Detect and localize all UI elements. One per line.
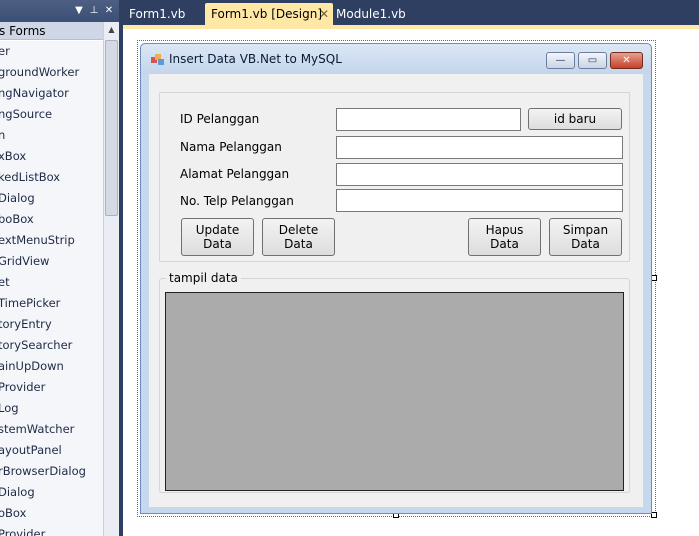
toolbox-item[interactable]: stemWatcher — [0, 419, 74, 440]
tab-label: Module1.vb — [336, 7, 406, 21]
tab-form1-design[interactable]: Form1.vb [Design] — [205, 3, 333, 25]
form-titlebar[interactable]: Insert Data VB.Net to MySQL — ▭ ✕ — [141, 44, 651, 74]
tampil-data-groupbox: tampil data — [159, 271, 630, 493]
toolbox-item[interactable]: ayoutPanel — [0, 440, 62, 461]
close-icon[interactable]: ✕ — [103, 4, 115, 17]
id-pelanggan-input[interactable] — [336, 108, 521, 131]
id-pelanggan-label: ID Pelanggan — [180, 112, 260, 126]
toolbox-item[interactable]: toryEntry — [0, 314, 52, 335]
toolbox-item[interactable]: kedListBox — [0, 167, 60, 188]
toolbox-item[interactable]: extMenuStrip — [0, 230, 75, 251]
toolbox-item[interactable]: ngNavigator — [0, 83, 69, 104]
tab-label: Form1.vb — [129, 7, 186, 21]
toolbox-item[interactable]: Dialog — [0, 188, 35, 209]
toolbox-list: er groundWorker ngNavigator ngSource n xBox ke… — [0, 41, 103, 536]
toolbox-item[interactable]: rBrowserDialog — [0, 461, 86, 482]
nama-pelanggan-input[interactable] — [336, 136, 623, 159]
tab-module1-vb[interactable]: Module1.vb — [330, 3, 410, 25]
tab-label: Form1.vb [Design] — [211, 7, 323, 21]
toolbox-item[interactable]: ainUpDown — [0, 356, 64, 377]
tab-form1-vb[interactable]: Form1.vb — [123, 3, 203, 25]
maximize-button[interactable]: ▭ — [578, 52, 607, 69]
toolbox-item[interactable]: et — [0, 272, 10, 293]
delete-data-button[interactable]: Delete Data — [262, 218, 335, 256]
toolbox-item[interactable]: oBox — [0, 503, 26, 524]
toolbox-item[interactable]: ngSource — [0, 104, 52, 125]
minimize-button[interactable]: — — [546, 52, 575, 69]
document-tab-strip: Form1.vb Form1.vb [Design] ✕ Module1.vb — [123, 0, 699, 25]
toolbox-item[interactable]: xBox — [0, 146, 26, 167]
toolbox-item[interactable]: er — [0, 41, 10, 62]
alamat-pelanggan-label: Alamat Pelanggan — [180, 167, 290, 181]
toolbox-item[interactable]: groundWorker — [0, 62, 79, 83]
id-baru-button[interactable]: id baru — [528, 108, 622, 130]
update-data-button[interactable]: Update Data — [181, 218, 254, 256]
toolbox-scrollbar[interactable]: ▲ — [103, 22, 119, 536]
pin-icon[interactable]: ⊥ — [88, 4, 100, 17]
toolbox-item[interactable]: Provider — [0, 377, 45, 398]
toolbox-item[interactable]: n — [0, 125, 5, 146]
toolbox-header: ▼ ⊥ ✕ — [0, 0, 120, 22]
tampil-data-label: tampil data — [166, 271, 241, 285]
toolbox-item[interactable]: boBox — [0, 209, 34, 230]
input-panel: ID Pelanggan Nama Pelanggan Alamat Pelan… — [159, 92, 630, 262]
toolbox-item[interactable]: GridView — [0, 251, 49, 272]
form-title: Insert Data VB.Net to MySQL — [169, 52, 342, 66]
form-window[interactable]: Insert Data VB.Net to MySQL — ▭ ✕ ID Pel… — [140, 43, 652, 514]
scroll-thumb[interactable] — [105, 40, 118, 216]
telp-pelanggan-label: No. Telp Pelanggan — [180, 194, 294, 208]
close-button[interactable]: ✕ — [610, 52, 643, 69]
tab-close-icon[interactable]: ✕ — [317, 3, 331, 25]
toolbox-item[interactable]: torySearcher — [0, 335, 72, 356]
form-client-area: ID Pelanggan Nama Pelanggan Alamat Pelan… — [149, 74, 643, 507]
toolbox-item[interactable]: Dialog — [0, 482, 35, 503]
alamat-pelanggan-input[interactable] — [336, 163, 623, 186]
hapus-data-button[interactable]: Hapus Data — [468, 218, 541, 256]
toolbox-category-label: s Forms — [0, 24, 46, 38]
scroll-up-icon[interactable]: ▲ — [104, 22, 119, 38]
toolbox-panel: ▼ ⊥ ✕ s Forms er groundWorker ngNavigator n… — [0, 0, 120, 536]
dropdown-icon[interactable]: ▼ — [73, 4, 85, 17]
simpan-data-button[interactable]: Simpan Data — [549, 218, 622, 256]
toolbox-category-header[interactable]: s Forms — [0, 22, 103, 40]
nama-pelanggan-label: Nama Pelanggan — [180, 140, 282, 154]
toolbox-item[interactable]: TimePicker — [0, 293, 60, 314]
telp-pelanggan-input[interactable] — [336, 189, 623, 212]
toolbox-item[interactable]: Log — [0, 398, 19, 419]
toolbox-item[interactable]: Provider — [0, 524, 45, 536]
data-grid-view[interactable] — [165, 292, 624, 491]
form-app-icon — [151, 54, 164, 65]
